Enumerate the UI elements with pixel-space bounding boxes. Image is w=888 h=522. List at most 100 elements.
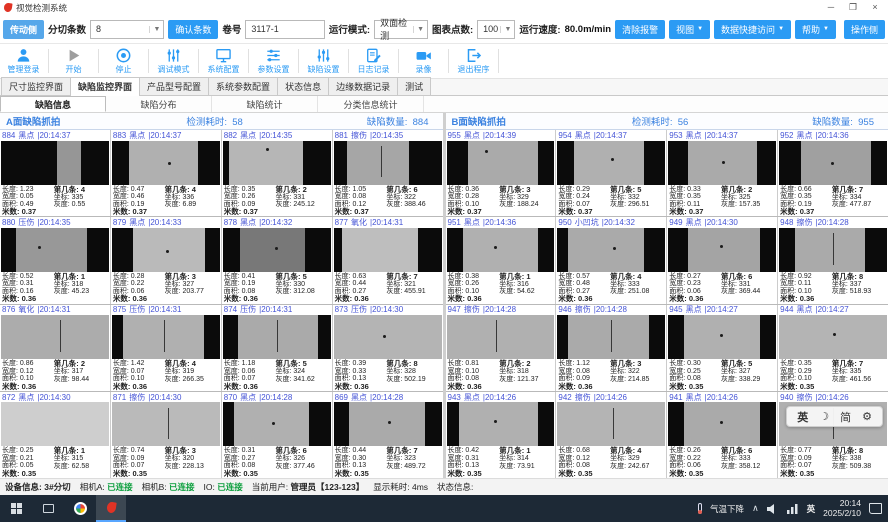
- subtab-0[interactable]: 缺陷信息: [0, 96, 106, 112]
- stop-button[interactable]: 停止: [100, 44, 147, 78]
- subtab-1[interactable]: 缺陷分布: [106, 96, 212, 112]
- defect-id: 882: [224, 131, 237, 140]
- data-access-menu-button[interactable]: 数据快捷访问▼: [714, 20, 791, 39]
- defect-cell[interactable]: 953黑点|20:14:37长度: 0.33宽度: 0.35面积: 0.11米数…: [667, 130, 778, 216]
- defect-cell[interactable]: 882黑点|20:14:35长度: 0.35宽度: 0.26面积: 0.09米数…: [222, 130, 333, 216]
- defect-image: [334, 402, 442, 446]
- defect-cell[interactable]: 874压伤|20:14:31长度: 1.18宽度: 0.06面积: 0.07米数…: [222, 305, 333, 391]
- weather-text[interactable]: 气温下降: [710, 503, 744, 515]
- defect-image: [447, 402, 555, 446]
- ime-lang-button[interactable]: 英: [797, 409, 808, 425]
- sliders-v2-icon: [315, 47, 332, 64]
- defect-cell[interactable]: 944黑点|20:14:27长度: 0.35宽度: 0.29面积: 0.10米数…: [778, 305, 888, 391]
- defect-cell[interactable]: 871擦伤|20:14:30长度: 0.74宽度: 0.09面积: 0.07米数…: [111, 392, 222, 478]
- defect-cell[interactable]: 879黑点|20:14:33长度: 0.28宽度: 0.22面积: 0.06米数…: [111, 217, 222, 303]
- roll-number-input[interactable]: 3117-1: [245, 20, 324, 39]
- tab-1[interactable]: 缺陷监控界面: [70, 77, 140, 96]
- debug-mode-button[interactable]: 调试模式: [150, 44, 197, 78]
- defect-cell[interactable]: 878黑点|20:14:32长度: 0.41宽度: 0.19面积: 0.08米数…: [222, 217, 333, 303]
- defect-coord: 坐标: 315: [54, 455, 108, 463]
- defect-cell[interactable]: 949黑点|20:14:30长度: 0.27宽度: 0.23面积: 0.06米数…: [667, 217, 778, 303]
- taskbar-lang-indicator[interactable]: 英: [807, 503, 816, 515]
- start-button[interactable]: 开始: [50, 44, 97, 78]
- recording-button[interactable]: 录像: [400, 44, 447, 78]
- defect-cell[interactable]: 876氧化|20:14:31长度: 0.86宽度: 0.12面积: 0.10米数…: [0, 305, 111, 391]
- defect-cell[interactable]: 950小凹坑|20:14:32长度: 0.57宽度: 0.48面积: 0.27米…: [556, 217, 667, 303]
- start-button[interactable]: [0, 495, 32, 522]
- chart-points-select[interactable]: 100 ▼: [477, 20, 515, 39]
- defect-cell[interactable]: 884黑点|20:14:37长度: 1.23宽度: 0.05面积: 0.49米数…: [0, 130, 111, 216]
- defect-cell[interactable]: 942擦伤|20:14:26长度: 0.68宽度: 0.12面积: 0.08米数…: [556, 392, 667, 478]
- tab-4[interactable]: 状态信息: [277, 77, 329, 95]
- defect-cell[interactable]: 881擦伤|20:14:35长度: 1.05宽度: 0.08面积: 0.12米数…: [333, 130, 443, 216]
- defect-cell[interactable]: 870黑点|20:14:28长度: 0.31宽度: 0.27面积: 0.08米数…: [222, 392, 333, 478]
- cell-meta: 长度: 0.41宽度: 0.19面积: 0.08米数: 0.36第几条: 5坐标…: [222, 272, 332, 304]
- ime-toolbar[interactable]: 英 ☽ 简 ⚙: [786, 406, 883, 427]
- defect-cell[interactable]: 873压伤|20:14:30长度: 0.39宽度: 0.33面积: 0.13米数…: [333, 305, 443, 391]
- gear-icon[interactable]: ⚙: [862, 410, 872, 423]
- network-icon[interactable]: [787, 504, 799, 514]
- browser-button[interactable]: [64, 495, 96, 522]
- defect-cell[interactable]: 947擦伤|20:14:28长度: 0.81宽度: 0.10面积: 0.08米数…: [446, 305, 557, 391]
- confirm-count-button[interactable]: 确认条数: [168, 20, 218, 39]
- defect-cell[interactable]: 875压伤|20:14:31长度: 1.42宽度: 0.07面积: 0.10米数…: [111, 305, 222, 391]
- inspection-app-button[interactable]: [96, 495, 126, 522]
- defect-cell[interactable]: 943黑点|20:14:26长度: 0.42宽度: 0.31面积: 0.13米数…: [446, 392, 557, 478]
- slit-count-select[interactable]: 8 ▼: [90, 20, 164, 39]
- defect-image: [334, 141, 442, 185]
- tab-2[interactable]: 产品型号配置: [139, 77, 209, 95]
- help-menu-button[interactable]: 帮助▼: [795, 20, 836, 39]
- view-menu-button[interactable]: 视图▼: [669, 20, 710, 39]
- subtab-3[interactable]: 分类信息统计: [318, 96, 424, 112]
- tab-6[interactable]: 测试: [397, 77, 431, 95]
- minimize-button[interactable]: ─: [820, 0, 842, 15]
- tab-0[interactable]: 尺寸监控界面: [1, 77, 71, 95]
- chevron-down-icon: ▼: [149, 26, 160, 33]
- system-config-button[interactable]: 系统配置: [200, 44, 247, 78]
- defect-cell[interactable]: 945黑点|20:14:27长度: 0.30宽度: 0.25面积: 0.08米数…: [667, 305, 778, 391]
- clock[interactable]: 20:14 2025/2/10: [823, 499, 861, 519]
- drive-side-button[interactable]: 传动侧: [3, 20, 44, 39]
- ime-mode-button[interactable]: 简: [840, 409, 851, 425]
- defect-length: 长度: 0.26: [669, 447, 719, 455]
- volume-icon[interactable]: [767, 504, 779, 514]
- file-explorer-button[interactable]: [32, 495, 64, 522]
- defect-settings-button[interactable]: 缺陷设置: [300, 44, 347, 78]
- defect-cell[interactable]: 941黑点|20:14:26长度: 0.26宽度: 0.22面积: 0.06米数…: [667, 392, 778, 478]
- run-mode-select[interactable]: 双面检测 ▼: [374, 20, 428, 39]
- cell-meta: 长度: 0.38宽度: 0.26面积: 0.10米数: 0.36第几条: 1坐标…: [446, 272, 556, 304]
- defect-cell[interactable]: 952黑点|20:14:36长度: 0.66宽度: 0.35面积: 0.19米数…: [778, 130, 888, 216]
- time-value: 20:14: [840, 498, 861, 508]
- defect-cell[interactable]: 948擦伤|20:14:28长度: 0.92宽度: 0.11面积: 0.10米数…: [778, 217, 888, 303]
- defect-gray: 灰度: 121.37: [499, 376, 553, 384]
- close-button[interactable]: ×: [864, 0, 886, 15]
- notification-center-icon[interactable]: [869, 503, 882, 514]
- admin-login-button[interactable]: 管理登录: [0, 44, 47, 78]
- defect-time: |20:14:27: [815, 305, 848, 314]
- defect-meter: 米数: 0.36: [224, 295, 274, 303]
- tray-expand-icon[interactable]: ∧: [752, 503, 759, 514]
- defect-cell[interactable]: 880压伤|20:14:35长度: 0.52宽度: 0.31面积: 0.16米数…: [0, 217, 111, 303]
- defect-cell[interactable]: 877氧化|20:14:31长度: 0.63宽度: 0.44面积: 0.27米数…: [333, 217, 443, 303]
- operator-side-button[interactable]: 操作侧: [844, 20, 885, 39]
- defect-cell[interactable]: 954黑点|20:14:37长度: 0.29宽度: 0.24面积: 0.07米数…: [556, 130, 667, 216]
- defect-cell[interactable]: 940擦伤|20:14:26长度: 0.77宽度: 0.09面积: 0.07米数…: [778, 392, 888, 478]
- maximize-button[interactable]: ❐: [842, 0, 864, 15]
- defect-cell[interactable]: 955黑点|20:14:39长度: 0.36宽度: 0.28面积: 0.10米数…: [446, 130, 557, 216]
- tab-5[interactable]: 边缘数据记录: [328, 77, 398, 95]
- thermometer-icon[interactable]: [698, 503, 702, 514]
- clear-alarm-button[interactable]: 清除报警: [615, 20, 665, 39]
- panel-header: A面缺陷抓拍检测耗时: 58缺陷数量: 884: [0, 113, 443, 130]
- param-settings-button[interactable]: 参数设置: [250, 44, 297, 78]
- defect-type: 小凹坑: [575, 217, 599, 228]
- defect-cell[interactable]: 883黑点|20:14:37长度: 0.47宽度: 0.46面积: 0.19米数…: [111, 130, 222, 216]
- defect-cell[interactable]: 872黑点|20:14:30长度: 0.25宽度: 0.21面积: 0.05米数…: [0, 392, 111, 478]
- tab-3[interactable]: 系统参数配置: [208, 77, 278, 95]
- subtab-2[interactable]: 缺陷统计: [212, 96, 318, 112]
- defect-cell[interactable]: 951黑点|20:14:36长度: 0.38宽度: 0.26面积: 0.10米数…: [446, 217, 557, 303]
- exit-program-button[interactable]: 退出程序: [450, 44, 497, 78]
- log-record-button[interactable]: 日志记录: [350, 44, 397, 78]
- moon-icon[interactable]: ☽: [819, 410, 829, 423]
- defect-cell[interactable]: 869黑点|20:14:28长度: 0.44宽度: 0.30面积: 0.13米数…: [333, 392, 443, 478]
- defect-cell[interactable]: 946擦伤|20:14:28长度: 1.12宽度: 0.08面积: 0.09米数…: [556, 305, 667, 391]
